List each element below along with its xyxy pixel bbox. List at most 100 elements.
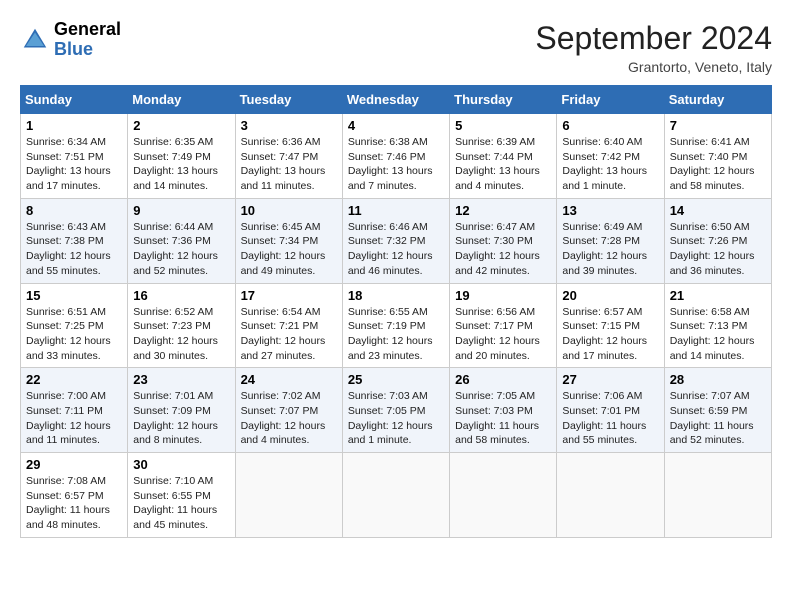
day-number: 12 bbox=[455, 203, 551, 218]
day-number: 10 bbox=[241, 203, 337, 218]
calendar-day-cell: 29 Sunrise: 7:08 AMSunset: 6:57 PMDayligh… bbox=[21, 453, 128, 538]
calendar-day-cell: 26Sunrise: 7:05 AMSunset: 7:03 PMDayligh… bbox=[450, 368, 557, 453]
day-info: Sunrise: 7:00 AMSunset: 7:11 PMDaylight:… bbox=[26, 389, 122, 448]
calendar-day-cell: 2 Sunrise: 6:35 AMSunset: 7:49 PMDaylight… bbox=[128, 114, 235, 199]
month-title: September 2024 bbox=[535, 20, 772, 57]
day-number: 3 bbox=[241, 118, 337, 133]
day-number: 11 bbox=[348, 203, 444, 218]
calendar-day-cell: 6 Sunrise: 6:40 AMSunset: 7:42 PMDaylight… bbox=[557, 114, 664, 199]
day-number: 18 bbox=[348, 288, 444, 303]
calendar-day-cell: 21 Sunrise: 6:58 AMSunset: 7:13 PMDayligh… bbox=[664, 283, 771, 368]
calendar-day-cell: 11Sunrise: 6:46 AMSunset: 7:32 PMDayligh… bbox=[342, 198, 449, 283]
day-info: Sunrise: 6:52 AMSunset: 7:23 PMDaylight:… bbox=[133, 305, 229, 364]
day-info: Sunrise: 7:03 AMSunset: 7:05 PMDaylight:… bbox=[348, 389, 444, 448]
day-of-week-header: Monday bbox=[128, 86, 235, 114]
day-number: 16 bbox=[133, 288, 229, 303]
day-info: Sunrise: 6:35 AMSunset: 7:49 PMDaylight:… bbox=[133, 135, 229, 194]
day-number: 20 bbox=[562, 288, 658, 303]
day-info: Sunrise: 6:45 AMSunset: 7:34 PMDaylight:… bbox=[241, 220, 337, 279]
day-of-week-header: Sunday bbox=[21, 86, 128, 114]
day-number: 17 bbox=[241, 288, 337, 303]
calendar-day-cell: 20 Sunrise: 6:57 AMSunset: 7:15 PMDayligh… bbox=[557, 283, 664, 368]
day-number: 14 bbox=[670, 203, 766, 218]
day-info: Sunrise: 6:57 AMSunset: 7:15 PMDaylight:… bbox=[562, 305, 658, 364]
day-number: 25 bbox=[348, 372, 444, 387]
calendar-day-cell: 1 Sunrise: 6:34 AMSunset: 7:51 PMDaylight… bbox=[21, 114, 128, 199]
day-info: Sunrise: 7:08 AMSunset: 6:57 PMDaylight:… bbox=[26, 474, 122, 533]
calendar-day-cell bbox=[235, 453, 342, 538]
day-number: 22 bbox=[26, 372, 122, 387]
calendar-day-cell: 25 Sunrise: 7:03 AMSunset: 7:05 PMDayligh… bbox=[342, 368, 449, 453]
calendar-day-cell: 14 Sunrise: 6:50 AMSunset: 7:26 PMDayligh… bbox=[664, 198, 771, 283]
day-number: 26 bbox=[455, 372, 551, 387]
calendar-day-cell bbox=[557, 453, 664, 538]
calendar-table: SundayMondayTuesdayWednesdayThursdayFrid… bbox=[20, 85, 772, 538]
day-of-week-header: Wednesday bbox=[342, 86, 449, 114]
calendar-week-row: 15 Sunrise: 6:51 AMSunset: 7:25 PMDayligh… bbox=[21, 283, 772, 368]
calendar-day-cell: 10 Sunrise: 6:45 AMSunset: 7:34 PMDayligh… bbox=[235, 198, 342, 283]
day-number: 23 bbox=[133, 372, 229, 387]
calendar-day-cell bbox=[664, 453, 771, 538]
logo-icon bbox=[20, 25, 50, 55]
day-number: 6 bbox=[562, 118, 658, 133]
day-number: 9 bbox=[133, 203, 229, 218]
day-number: 30 bbox=[133, 457, 229, 472]
day-of-week-header: Thursday bbox=[450, 86, 557, 114]
calendar-day-cell: 9 Sunrise: 6:44 AMSunset: 7:36 PMDaylight… bbox=[128, 198, 235, 283]
day-number: 7 bbox=[670, 118, 766, 133]
calendar-day-cell: 13 Sunrise: 6:49 AMSunset: 7:28 PMDayligh… bbox=[557, 198, 664, 283]
day-number: 4 bbox=[348, 118, 444, 133]
calendar-day-cell: 15 Sunrise: 6:51 AMSunset: 7:25 PMDayligh… bbox=[21, 283, 128, 368]
calendar-day-cell: 12 Sunrise: 6:47 AMSunset: 7:30 PMDayligh… bbox=[450, 198, 557, 283]
calendar-day-cell: 16 Sunrise: 6:52 AMSunset: 7:23 PMDayligh… bbox=[128, 283, 235, 368]
day-info: Sunrise: 7:06 AMSunset: 7:01 PMDaylight:… bbox=[562, 389, 658, 448]
calendar-day-cell: 5Sunrise: 6:39 AMSunset: 7:44 PMDaylight… bbox=[450, 114, 557, 199]
day-number: 13 bbox=[562, 203, 658, 218]
day-info: Sunrise: 6:49 AMSunset: 7:28 PMDaylight:… bbox=[562, 220, 658, 279]
calendar-day-cell: 22 Sunrise: 7:00 AMSunset: 7:11 PMDayligh… bbox=[21, 368, 128, 453]
day-info: Sunrise: 6:50 AMSunset: 7:26 PMDaylight:… bbox=[670, 220, 766, 279]
day-number: 29 bbox=[26, 457, 122, 472]
page-header: General Blue September 2024 Grantorto, V… bbox=[20, 20, 772, 75]
day-number: 15 bbox=[26, 288, 122, 303]
calendar-day-cell: 30Sunrise: 7:10 AMSunset: 6:55 PMDayligh… bbox=[128, 453, 235, 538]
calendar-day-cell: 4Sunrise: 6:38 AMSunset: 7:46 PMDaylight… bbox=[342, 114, 449, 199]
calendar-header: SundayMondayTuesdayWednesdayThursdayFrid… bbox=[21, 86, 772, 114]
day-info: Sunrise: 6:58 AMSunset: 7:13 PMDaylight:… bbox=[670, 305, 766, 364]
calendar-day-cell: 19Sunrise: 6:56 AMSunset: 7:17 PMDayligh… bbox=[450, 283, 557, 368]
day-number: 24 bbox=[241, 372, 337, 387]
calendar-day-cell: 17 Sunrise: 6:54 AMSunset: 7:21 PMDayligh… bbox=[235, 283, 342, 368]
logo-blue-text: Blue bbox=[54, 39, 93, 59]
day-number: 19 bbox=[455, 288, 551, 303]
calendar-day-cell: 7 Sunrise: 6:41 AMSunset: 7:40 PMDaylight… bbox=[664, 114, 771, 199]
day-of-week-header: Saturday bbox=[664, 86, 771, 114]
day-info: Sunrise: 6:54 AMSunset: 7:21 PMDaylight:… bbox=[241, 305, 337, 364]
day-number: 27 bbox=[562, 372, 658, 387]
logo-general-text: General bbox=[54, 19, 121, 39]
day-info: Sunrise: 6:34 AMSunset: 7:51 PMDaylight:… bbox=[26, 135, 122, 194]
day-info: Sunrise: 6:40 AMSunset: 7:42 PMDaylight:… bbox=[562, 135, 658, 194]
calendar-day-cell: 8 Sunrise: 6:43 AMSunset: 7:38 PMDaylight… bbox=[21, 198, 128, 283]
calendar-week-row: 8 Sunrise: 6:43 AMSunset: 7:38 PMDaylight… bbox=[21, 198, 772, 283]
calendar-week-row: 22 Sunrise: 7:00 AMSunset: 7:11 PMDayligh… bbox=[21, 368, 772, 453]
calendar-day-cell bbox=[450, 453, 557, 538]
day-info: Sunrise: 7:01 AMSunset: 7:09 PMDaylight:… bbox=[133, 389, 229, 448]
calendar-day-cell: 23 Sunrise: 7:01 AMSunset: 7:09 PMDayligh… bbox=[128, 368, 235, 453]
calendar-day-cell: 18Sunrise: 6:55 AMSunset: 7:19 PMDayligh… bbox=[342, 283, 449, 368]
day-info: Sunrise: 6:47 AMSunset: 7:30 PMDaylight:… bbox=[455, 220, 551, 279]
day-number: 21 bbox=[670, 288, 766, 303]
location: Grantorto, Veneto, Italy bbox=[535, 59, 772, 75]
calendar-week-row: 1 Sunrise: 6:34 AMSunset: 7:51 PMDaylight… bbox=[21, 114, 772, 199]
day-of-week-header: Friday bbox=[557, 86, 664, 114]
day-info: Sunrise: 6:41 AMSunset: 7:40 PMDaylight:… bbox=[670, 135, 766, 194]
day-info: Sunrise: 6:43 AMSunset: 7:38 PMDaylight:… bbox=[26, 220, 122, 279]
day-info: Sunrise: 6:44 AMSunset: 7:36 PMDaylight:… bbox=[133, 220, 229, 279]
day-info: Sunrise: 7:02 AMSunset: 7:07 PMDaylight:… bbox=[241, 389, 337, 448]
day-info: Sunrise: 6:51 AMSunset: 7:25 PMDaylight:… bbox=[26, 305, 122, 364]
day-number: 8 bbox=[26, 203, 122, 218]
title-area: September 2024 Grantorto, Veneto, Italy bbox=[535, 20, 772, 75]
day-number: 1 bbox=[26, 118, 122, 133]
day-info: Sunrise: 6:39 AMSunset: 7:44 PMDaylight:… bbox=[455, 135, 551, 194]
day-info: Sunrise: 7:07 AMSunset: 6:59 PMDaylight:… bbox=[670, 389, 766, 448]
day-number: 2 bbox=[133, 118, 229, 133]
